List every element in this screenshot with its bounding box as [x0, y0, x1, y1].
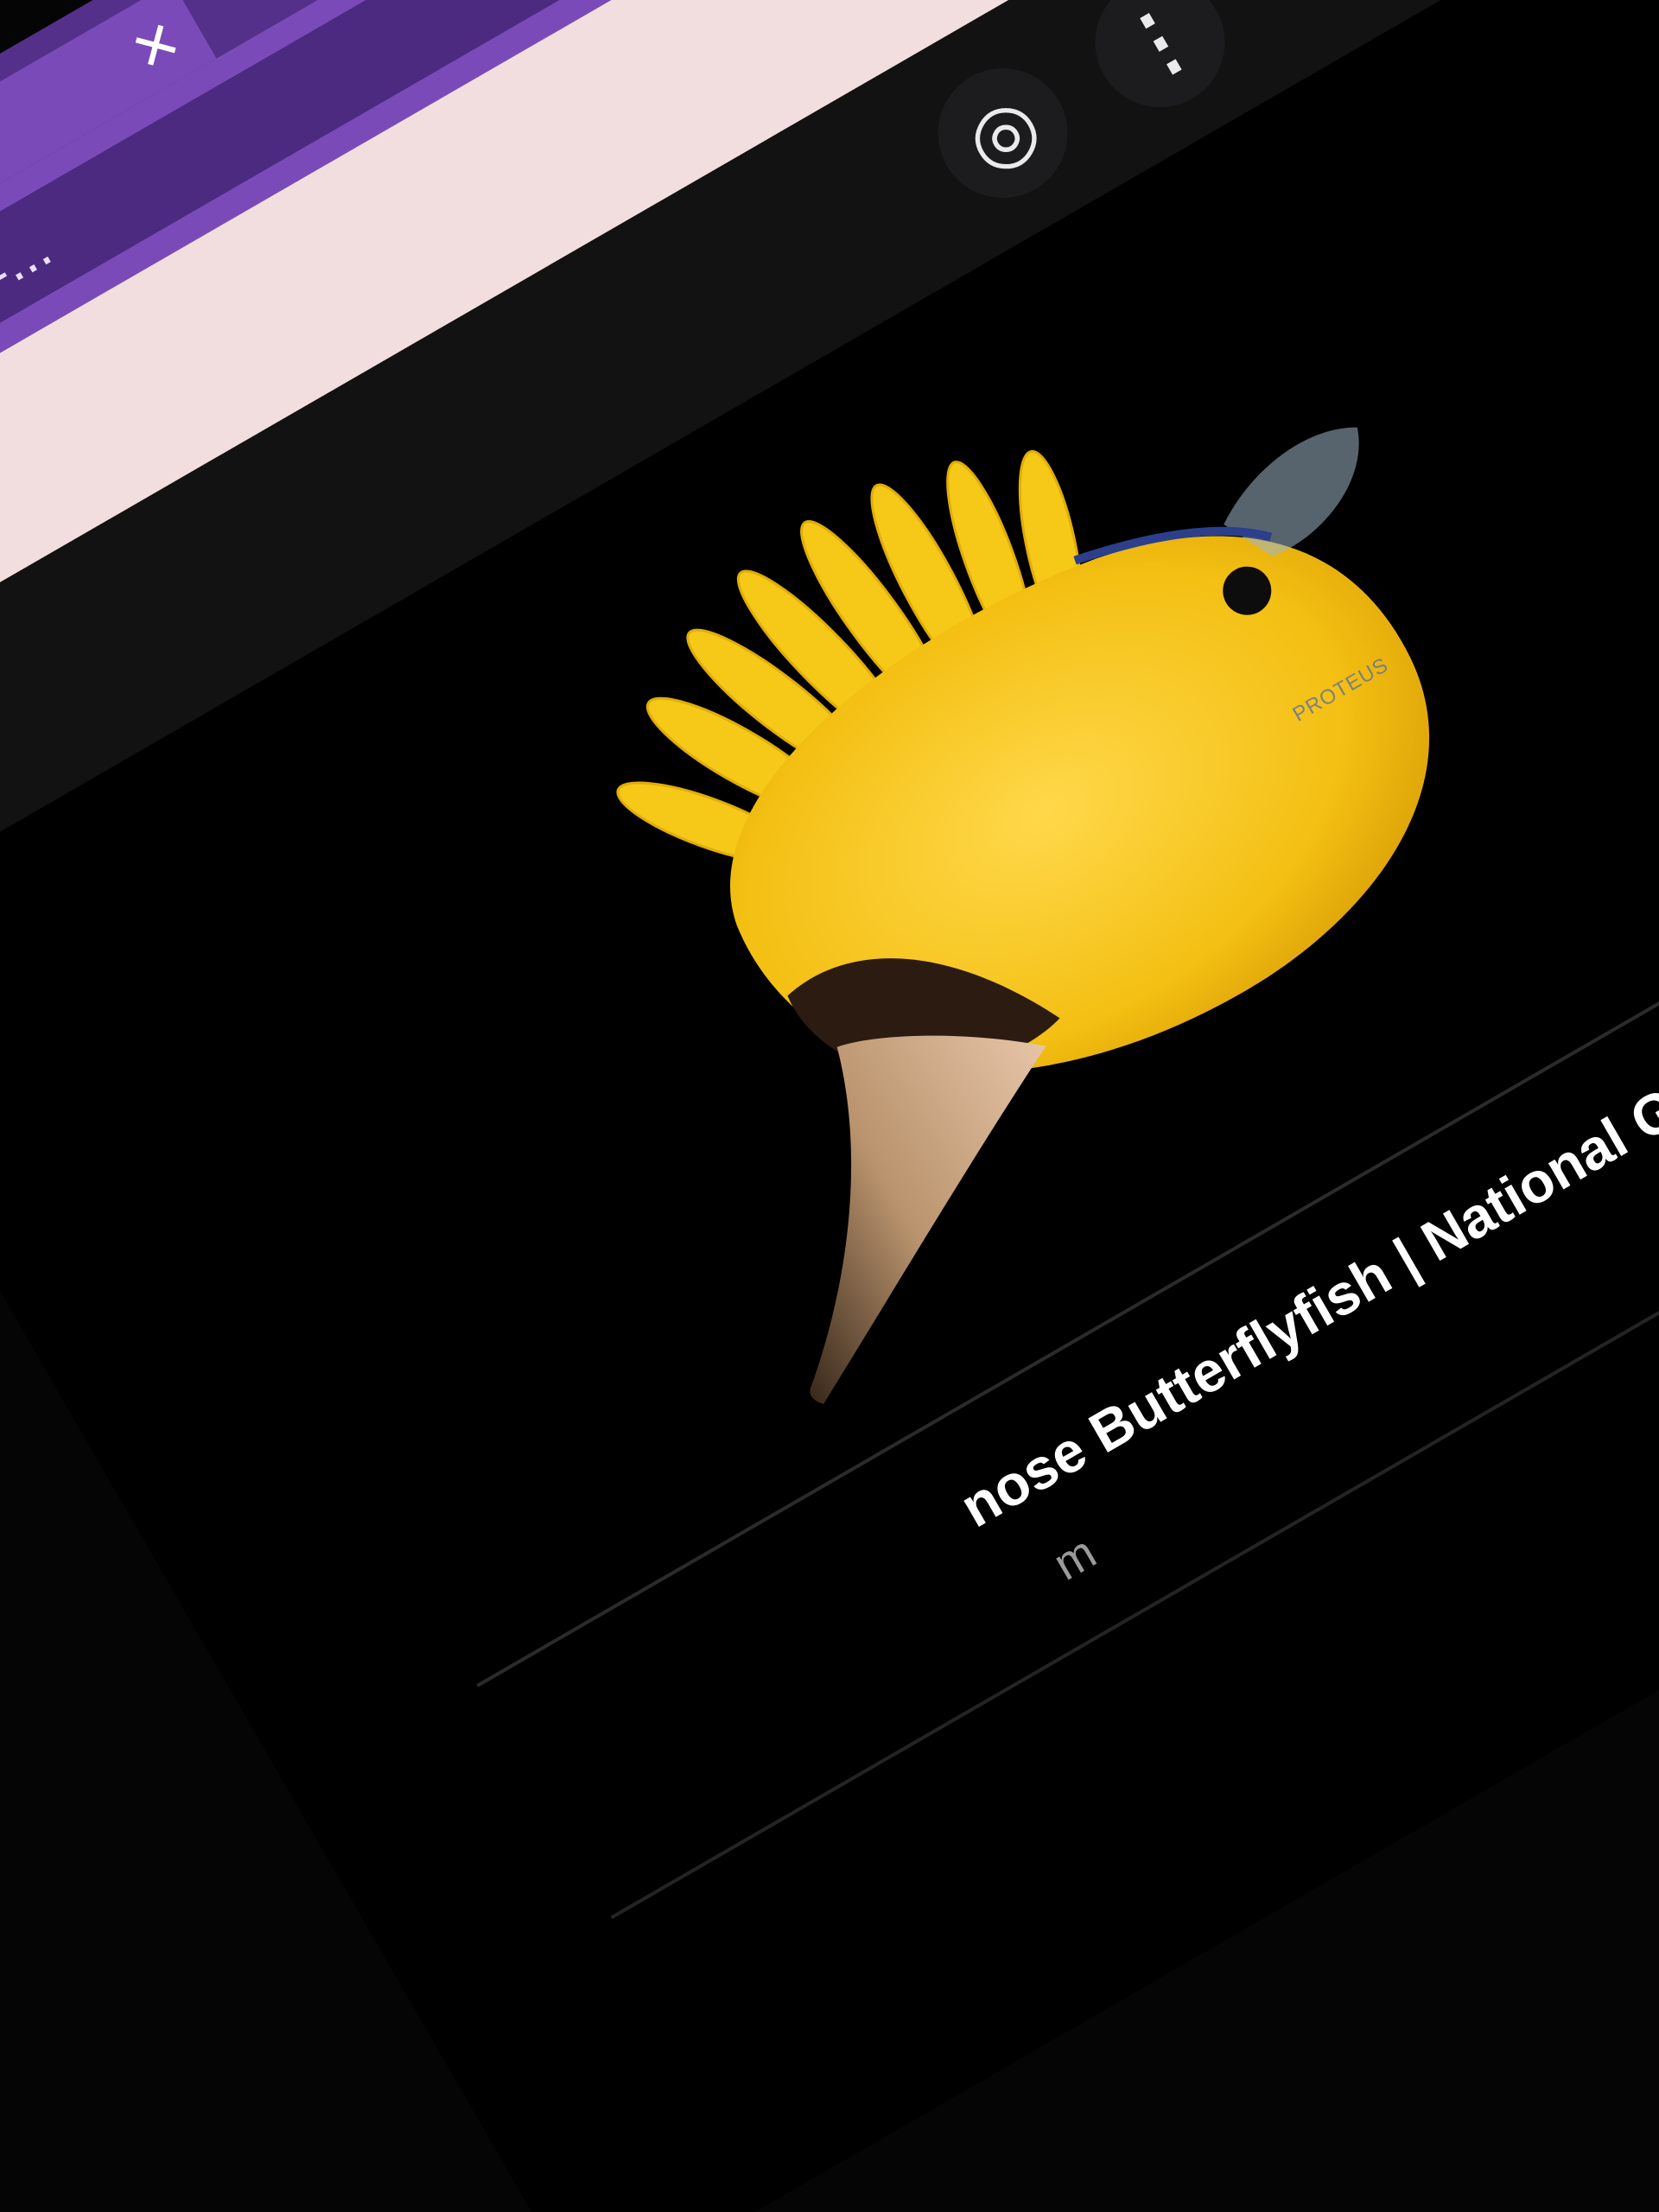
google-lens-icon[interactable]: ◎ [914, 44, 1092, 222]
more-vert-icon[interactable]: ⋮ [1071, 0, 1249, 131]
close-tab-icon[interactable]: ✕ [121, 8, 192, 85]
chevron-left-icon[interactable]: ‹ [1255, 0, 1353, 5]
image-caption-sub: m [1045, 1526, 1105, 1591]
browser-window: ✕ + ⚛ tterflyfish&gs_lcp=... ⇪ ☆ ⚙ ◎ ⋮ ‹… [0, 0, 1659, 2212]
photo-scene: ✕ + ⚛ tterflyfish&gs_lcp=... ⇪ ☆ ⚙ ◎ ⋮ ‹… [0, 0, 1659, 2212]
fish-body [730, 536, 1430, 1073]
